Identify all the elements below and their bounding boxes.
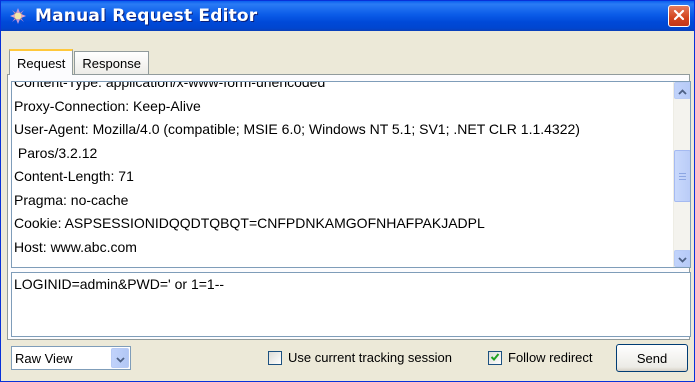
view-mode-value: Raw View [15, 350, 73, 366]
follow-redirect-label: Follow redirect [508, 350, 593, 365]
tab-response-label: Response [82, 56, 141, 71]
scroll-down-button[interactable] [674, 250, 690, 267]
use-tracking-session-option[interactable]: Use current tracking session [268, 350, 452, 365]
headers-vertical-scrollbar[interactable] [673, 82, 690, 267]
follow-redirect-checkbox[interactable] [488, 350, 502, 365]
window-title: Manual Request Editor [35, 6, 258, 26]
checkmark-icon [490, 350, 500, 365]
header-line: Content-Length: 71 [14, 168, 134, 184]
header-line: Content-Type: application/x-www-form-url… [14, 81, 326, 90]
header-line: Cookie: ASPSESSIONIDQQDTQBQT=CNFPDNKAMGO… [14, 215, 485, 231]
send-button-label: Send [636, 350, 668, 366]
chevron-up-icon [678, 83, 687, 98]
header-line: Proxy-Connection: Keep-Alive [14, 97, 201, 114]
tab-request-label: Request [17, 55, 66, 71]
send-button[interactable]: Send [616, 344, 688, 372]
tab-request[interactable]: Request [9, 49, 74, 75]
request-body-textarea[interactable]: LOGINID=admin&PWD=' or 1=1-- [11, 272, 691, 337]
request-headers-textarea[interactable]: Content-Type: application/x-www-form-url… [11, 81, 691, 268]
use-tracking-session-label: Use current tracking session [288, 350, 453, 365]
title-bar[interactable]: Manual Request Editor [1, 1, 694, 31]
dropdown-button[interactable] [111, 348, 129, 368]
follow-redirect-option[interactable]: Follow redirect [488, 350, 593, 365]
bottom-toolbar: Raw View Use current tracking session Fo… [1, 341, 694, 381]
header-line: Paros/3.2.12 [14, 144, 98, 161]
use-tracking-session-checkbox[interactable] [268, 350, 282, 365]
close-icon [673, 9, 685, 24]
view-mode-select[interactable]: Raw View [11, 346, 131, 370]
manual-request-editor-window: Manual Request Editor Request Response C… [0, 0, 695, 382]
chevron-down-icon [115, 351, 125, 366]
tab-strip: Request Response [9, 49, 150, 75]
request-body-text: LOGINID=admin&PWD=' or 1=1-- [14, 276, 225, 292]
header-line: Host: www.abc.com [14, 238, 137, 255]
request-headers-content: Content-Type: application/x-www-form-url… [12, 81, 667, 259]
header-line: Pragma: no-cache [14, 191, 129, 208]
tab-response[interactable]: Response [74, 51, 149, 75]
paros-app-icon [9, 7, 27, 25]
scroll-thumb[interactable] [674, 150, 690, 202]
close-button[interactable] [668, 5, 690, 27]
chevron-down-icon [678, 251, 687, 266]
header-line: User-Agent: Mozilla/4.0 (compatible; MSI… [14, 121, 580, 137]
scroll-up-button[interactable] [674, 82, 690, 99]
